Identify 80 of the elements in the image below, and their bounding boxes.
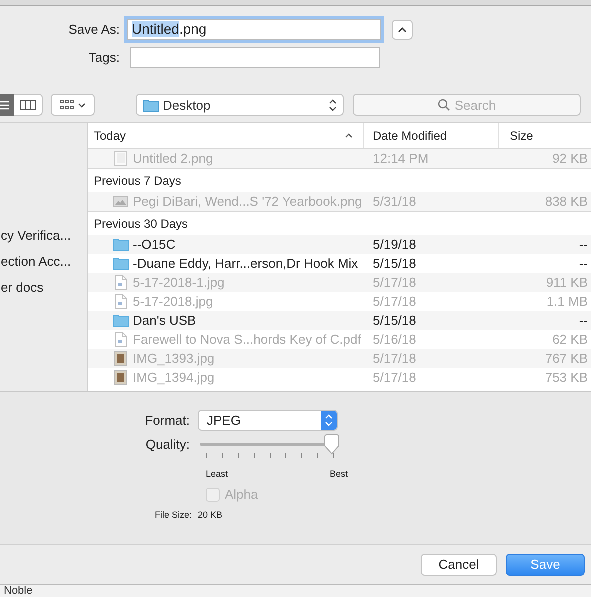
- date-cell-text: 5/15/18: [372, 313, 418, 328]
- sidebar-item[interactable]: cy Verifica...: [1, 228, 87, 254]
- best-label: Best: [330, 469, 348, 479]
- group-header: Previous 7 Days: [94, 174, 182, 188]
- size-cell-text: 838 KB: [544, 194, 589, 209]
- document-icon: [113, 275, 129, 290]
- size-cell-text: --: [578, 237, 589, 252]
- file-size-label: File Size:: [154, 510, 193, 520]
- date-cell-text: 5/31/18: [372, 194, 418, 209]
- image-file-icon: [113, 196, 129, 207]
- date-cell-text: 5/15/18: [372, 256, 418, 271]
- column-header[interactable]: Today: [88, 123, 364, 148]
- file-name: -Duane Eddy, Harr...erson,Dr Hook Mix: [133, 256, 358, 271]
- file-name: IMG_1394.jpg: [133, 370, 215, 385]
- size-cell-text: 1.1 MB: [546, 294, 589, 309]
- file-size-value: 20 KB: [198, 510, 223, 520]
- size-cell-text: 753 KB: [544, 370, 589, 385]
- blank-file-icon: [113, 151, 129, 166]
- quality-label: Quality:: [144, 437, 191, 452]
- format-popup[interactable]: JPEG: [198, 410, 338, 431]
- folder-icon: [113, 257, 129, 270]
- up-down-arrows-icon: [321, 411, 337, 430]
- file-row[interactable]: Dan's USB 5/15/18 --: [88, 311, 591, 330]
- least-label: Least: [206, 469, 228, 479]
- file-name: 5-17-2018-1.jpg: [133, 275, 225, 290]
- sort-caret-icon: [345, 133, 353, 138]
- group-button[interactable]: [51, 94, 95, 116]
- document-icon: [113, 294, 129, 309]
- tags-field[interactable]: [130, 47, 380, 68]
- format-label: Format:: [144, 413, 191, 428]
- size-cell-text: --: [578, 313, 589, 328]
- search-icon: [438, 99, 450, 111]
- group-header: Previous 30 Days: [94, 216, 188, 230]
- photo-thumbnail-icon: [113, 370, 129, 385]
- size-cell-text: 92 KB: [552, 151, 589, 166]
- file-name: Dan's USB: [133, 313, 196, 328]
- document-icon: [113, 332, 129, 347]
- cancel-button[interactable]: Cancel: [421, 554, 497, 576]
- chevron-down-icon: [78, 102, 86, 108]
- expand-button[interactable]: [392, 20, 413, 40]
- size-cell-text: --: [578, 256, 589, 271]
- file-row[interactable]: --O15C 5/19/18 --: [88, 235, 591, 254]
- size-cell-text: 62 KB: [552, 332, 589, 347]
- date-cell-text: 5/19/18: [372, 237, 418, 252]
- date-cell-text: 5/17/18: [372, 370, 418, 385]
- file-name: Farewell to Nova S...hords Key of C.pdf: [133, 332, 362, 347]
- list-view-button[interactable]: [0, 94, 14, 116]
- date-cell-text: 5/17/18: [372, 294, 418, 309]
- up-down-arrows-icon: [329, 98, 337, 112]
- save-as-field[interactable]: Untitled.png: [127, 19, 381, 40]
- file-name: --O15C: [133, 237, 176, 252]
- date-cell-text: 12:14 PM: [372, 151, 430, 166]
- file-row[interactable]: -Duane Eddy, Harr...erson,Dr Hook Mix 5/15/18 --: [88, 254, 591, 273]
- background-text: Noble: [4, 585, 33, 597]
- date-cell-text: 5/17/18: [372, 351, 418, 366]
- slider-thumb[interactable]: [324, 434, 340, 456]
- file-name: Pegi DiBari, Wend...S '72 Yearbook.png: [133, 194, 362, 209]
- folder-icon: [143, 98, 159, 112]
- size-cell-text: 767 KB: [544, 351, 589, 366]
- list-icon: [0, 100, 9, 110]
- grid-icon: [60, 100, 74, 110]
- file-name: Untitled 2.png: [133, 151, 214, 166]
- size-cell-text: 911 KB: [545, 275, 589, 290]
- location-popup[interactable]: Desktop: [136, 94, 344, 116]
- sidebar-item[interactable]: er docs: [1, 280, 87, 306]
- file-name: 5-17-2018.jpg: [133, 294, 214, 309]
- date-cell-text: 5/17/18: [372, 275, 418, 290]
- tags-label: Tags:: [88, 50, 121, 65]
- date-cell-text: 5/16/18: [372, 332, 418, 347]
- column-header[interactable]: Size: [499, 123, 591, 148]
- chevron-up-icon: [398, 26, 407, 32]
- columns-icon: [20, 100, 36, 110]
- folder-icon: [113, 314, 129, 327]
- column-header[interactable]: Date Modified: [364, 123, 499, 148]
- photo-thumbnail-icon: [113, 351, 129, 366]
- column-view-button[interactable]: [14, 94, 43, 116]
- sidebar-item[interactable]: ection Acc...: [1, 254, 87, 280]
- folder-icon: [113, 238, 129, 251]
- save-as-label: Save As:: [68, 22, 121, 37]
- file-name: IMG_1393.jpg: [133, 351, 215, 366]
